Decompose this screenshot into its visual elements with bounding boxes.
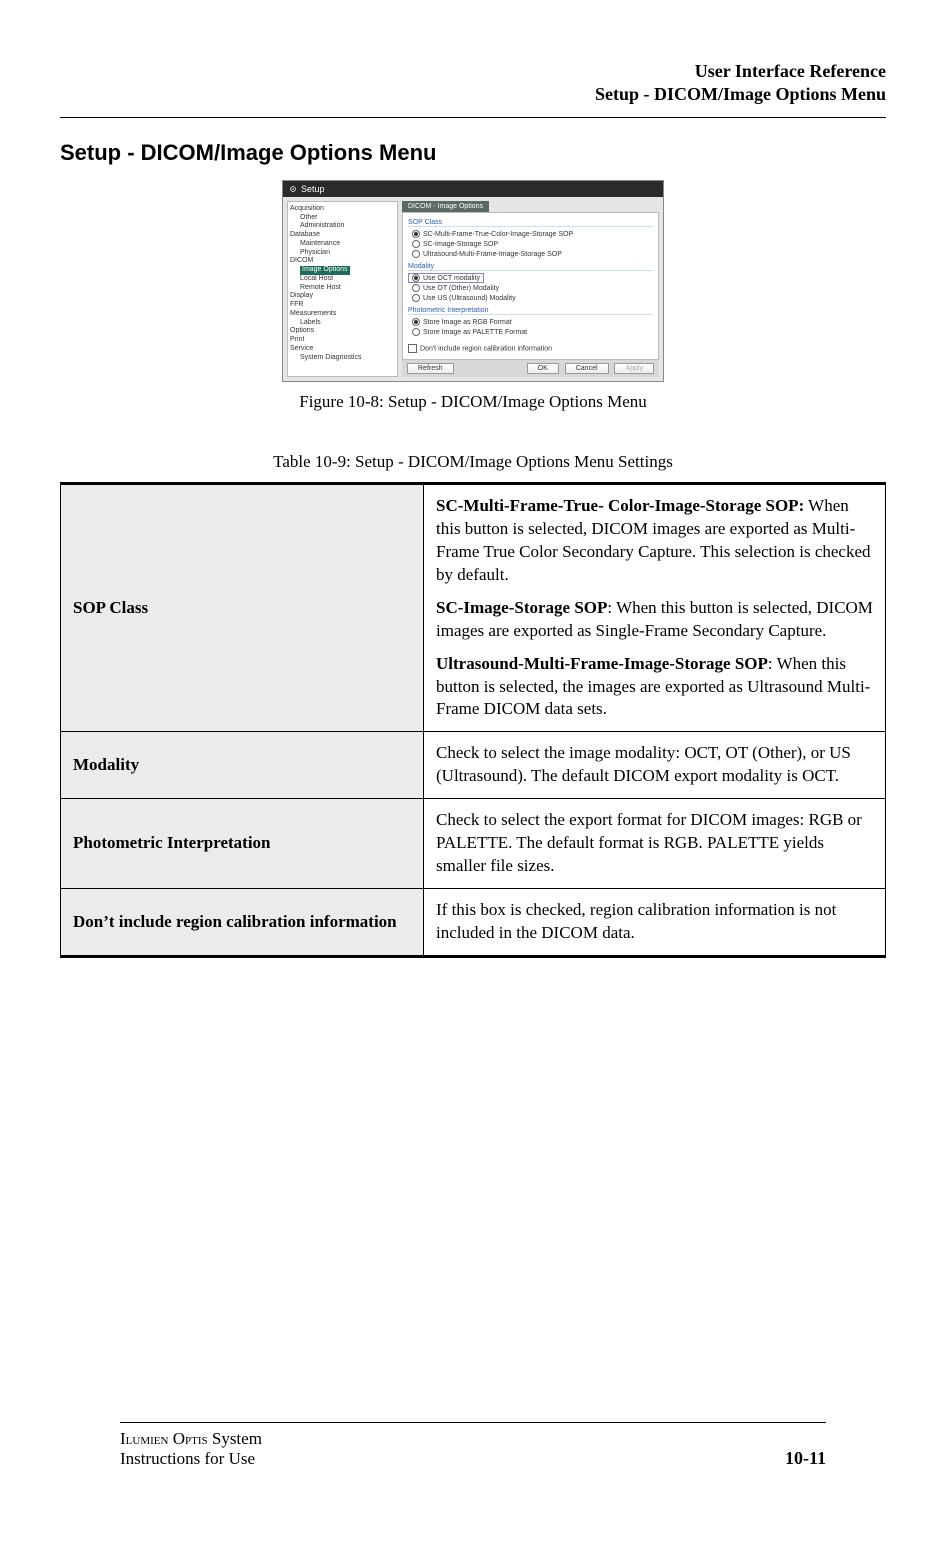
tree-item[interactable]: Maintenance [290, 240, 395, 249]
options-panel: SOP Class SC-Multi-Frame-True-Color-Imag… [402, 212, 659, 360]
setting-description: Check to select the image modality: OCT,… [424, 732, 886, 799]
apply-button[interactable]: Apply [614, 363, 654, 374]
radio-option[interactable]: Store Image as RGB Format [408, 317, 653, 327]
setting-name: Don’t include region calibration informa… [61, 889, 424, 957]
radio-option-label: Use OT (Other) Modality [423, 285, 499, 292]
radio-icon [412, 240, 420, 248]
setting-description: If this box is checked, region calibrati… [424, 889, 886, 957]
tree-item[interactable]: DICOM [290, 257, 395, 266]
radio-option[interactable]: SC-Image-Storage SOP [408, 239, 653, 249]
refresh-button[interactable]: Refresh [407, 363, 454, 374]
radio-option[interactable]: SC-Multi-Frame-True-Color-Image-Storage … [408, 229, 653, 239]
table-caption: Table 10-9: Setup - DICOM/Image Options … [60, 452, 886, 472]
table-row: SOP ClassSC-Multi-Frame-True- Color-Imag… [61, 483, 886, 731]
page-footer: Ilumien Optis System Instructions for Us… [120, 1422, 826, 1469]
setup-tree[interactable]: AcquisitionOtherAdministrationDatabaseMa… [287, 201, 398, 377]
window-title: Setup [301, 184, 325, 194]
radio-icon [412, 230, 420, 238]
radio-option[interactable]: Use OT (Other) Modality [408, 283, 653, 293]
header-line-1: User Interface Reference [60, 60, 886, 83]
radio-option-label: SC-Multi-Frame-True-Color-Image-Storage … [423, 231, 573, 238]
table-row: Photometric InterpretationCheck to selec… [61, 799, 886, 889]
radio-option-label: Store Image as PALETTE Format [423, 329, 527, 336]
dialog-button-bar: Refresh OK Cancel Apply [402, 360, 659, 377]
section-title: Setup - DICOM/Image Options Menu [60, 140, 886, 166]
cancel-button[interactable]: Cancel [565, 363, 609, 374]
header-rule [60, 117, 886, 118]
tree-item[interactable]: Image Options [290, 266, 395, 275]
group-sop-title: SOP Class [408, 219, 653, 227]
radio-option[interactable]: Use OCT modality [408, 273, 484, 283]
checkbox-icon [408, 344, 417, 353]
page-header: User Interface Reference Setup - DICOM/I… [60, 60, 886, 107]
ok-button[interactable]: OK [527, 363, 559, 374]
setting-name: Photometric Interpretation [61, 799, 424, 889]
radio-option-label: Use US (Ultrasound) Modality [423, 295, 516, 302]
table-row: Don’t include region calibration informa… [61, 889, 886, 957]
radio-option-label: SC-Image-Storage SOP [423, 241, 498, 248]
radio-option[interactable]: Store Image as PALETTE Format [408, 327, 653, 337]
tree-item[interactable]: Local Host [290, 275, 395, 284]
tree-item[interactable]: Database [290, 231, 395, 240]
tree-item[interactable]: Administration [290, 222, 395, 231]
tree-item[interactable]: System Diagnostics [290, 354, 395, 363]
tree-item[interactable]: Options [290, 327, 395, 336]
tree-item[interactable]: Other [290, 214, 395, 223]
group-sop-class: SOP Class SC-Multi-Frame-True-Color-Imag… [408, 219, 653, 259]
radio-option-label: Store Image as RGB Format [423, 319, 512, 326]
setup-window: Setup AcquisitionOtherAdministrationData… [282, 180, 664, 382]
radio-icon [412, 294, 420, 302]
group-photometric: Photometric Interpretation Store Image a… [408, 307, 653, 337]
radio-icon [412, 328, 420, 336]
figure-screenshot: Setup AcquisitionOtherAdministrationData… [60, 180, 886, 382]
tree-item[interactable]: Display [290, 292, 395, 301]
radio-icon [412, 274, 420, 282]
radio-icon [412, 284, 420, 292]
panel-tab-title: DICOM - Image Options [402, 201, 489, 212]
footer-text: Ilumien Optis System Instructions for Us… [120, 1429, 262, 1469]
tree-item[interactable]: Acquisition [290, 205, 395, 214]
radio-icon [412, 250, 420, 258]
page-number: 10-11 [785, 1448, 826, 1469]
tree-item[interactable]: Service [290, 345, 395, 354]
window-titlebar: Setup [283, 181, 663, 197]
radio-icon [412, 318, 420, 326]
header-line-2: Setup - DICOM/Image Options Menu [60, 83, 886, 106]
tree-item[interactable]: Remote Host [290, 284, 395, 293]
setting-description: SC-Multi-Frame-True- Color-Image-Storage… [424, 483, 886, 731]
radio-option-label: Use OCT modality [423, 275, 480, 282]
tree-item[interactable]: FFR [290, 301, 395, 310]
calibration-checkbox[interactable]: Don't include region calibration informa… [408, 341, 653, 353]
tree-item[interactable]: Labels [290, 319, 395, 328]
group-photo-title: Photometric Interpretation [408, 307, 653, 315]
setting-name: Modality [61, 732, 424, 799]
tree-item[interactable]: Print [290, 336, 395, 345]
radio-option[interactable]: Use US (Ultrasound) Modality [408, 293, 653, 303]
setting-description: Check to select the export format for DI… [424, 799, 886, 889]
settings-table: SOP ClassSC-Multi-Frame-True- Color-Imag… [60, 482, 886, 958]
group-modality-title: Modality [408, 263, 653, 271]
radio-option-label: Ultrasound-Multi-Frame-Image-Storage SOP [423, 251, 562, 258]
calibration-checkbox-label: Don't include region calibration informa… [420, 345, 552, 352]
setting-name: SOP Class [61, 483, 424, 731]
radio-option[interactable]: Ultrasound-Multi-Frame-Image-Storage SOP [408, 249, 653, 259]
table-row: ModalityCheck to select the image modali… [61, 732, 886, 799]
tree-item[interactable]: Measurements [290, 310, 395, 319]
tree-item-selected[interactable]: Image Options [300, 266, 350, 275]
figure-caption: Figure 10-8: Setup - DICOM/Image Options… [60, 392, 886, 412]
group-modality: Modality Use OCT modality Use OT (Other) … [408, 263, 653, 303]
tree-item[interactable]: Physician [290, 249, 395, 258]
gear-icon [289, 185, 297, 193]
